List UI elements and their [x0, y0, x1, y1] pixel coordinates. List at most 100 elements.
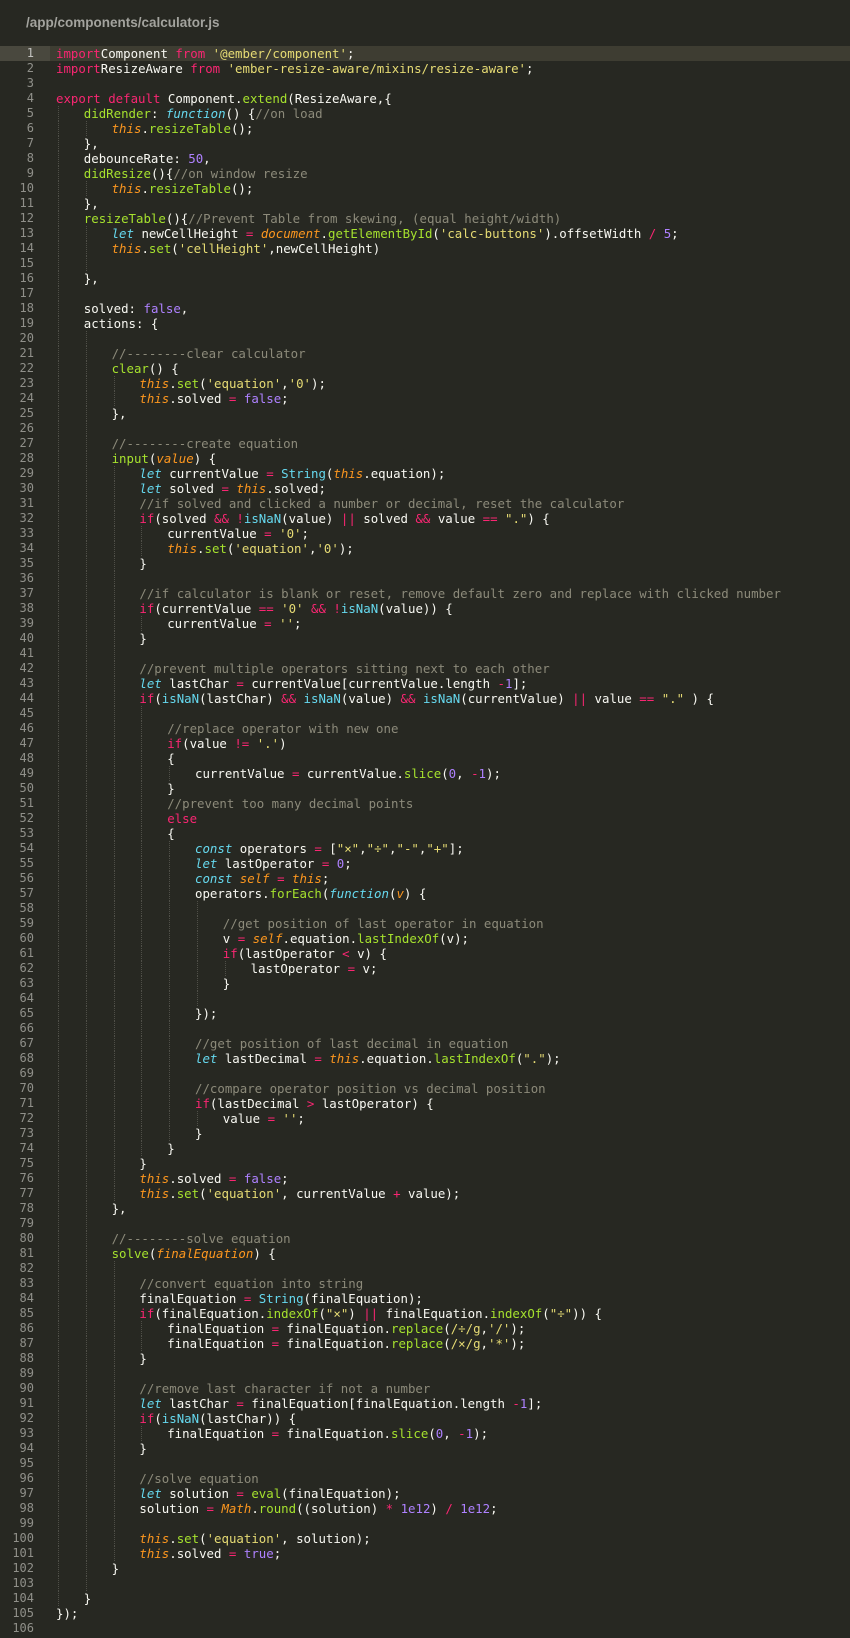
code-line[interactable]: 1 importComponent from '@ember/component'… — [0, 46, 850, 61]
code-line[interactable]: 33 currentValue = '0'; — [0, 526, 850, 541]
code-line[interactable]: 47 if(value != '.') — [0, 736, 850, 751]
code-line[interactable]: 39 currentValue = ''; — [0, 616, 850, 631]
code-line[interactable]: 61 if(lastOperator < v) { — [0, 946, 850, 961]
code-line[interactable]: 60 v = self.equation.lastIndexOf(v); — [0, 931, 850, 946]
code-line[interactable]: 74} — [0, 1141, 850, 1156]
code-line[interactable]: 101 this.solved = true; — [0, 1546, 850, 1561]
code-line[interactable]: 36 — [0, 571, 850, 586]
code-line[interactable]: 13 let newCellHeight = document.getElemen… — [0, 226, 850, 241]
code-line[interactable]: 97 let solution = eval(finalEquation); — [0, 1486, 850, 1501]
code-line[interactable]: 58 — [0, 901, 850, 916]
code-line[interactable]: 6 this.resizeTable(); — [0, 121, 850, 136]
code-line[interactable]: 34 this.set('equation','0'); — [0, 541, 850, 556]
code-line[interactable]: 52 else — [0, 811, 850, 826]
code-line[interactable]: 15 — [0, 256, 850, 271]
code-line[interactable]: 59 //get position of last operator in equ… — [0, 916, 850, 931]
code-line[interactable]: 12 resizeTable(){//Prevent Table from ske… — [0, 211, 850, 226]
code-line[interactable]: 53 { — [0, 826, 850, 841]
code-line[interactable]: 2 importResizeAware from 'ember-resize-aw… — [0, 61, 850, 76]
code-line[interactable]: 22 clear() { — [0, 361, 850, 376]
code-line[interactable]: 75} — [0, 1156, 850, 1171]
code-line[interactable]: 65}); — [0, 1006, 850, 1021]
code-line[interactable]: 16}, — [0, 271, 850, 286]
code-line[interactable]: 17 — [0, 286, 850, 301]
code-line[interactable]: 83 //convert equation into string — [0, 1276, 850, 1291]
code-line[interactable]: 5 didRender: function() {//on load — [0, 106, 850, 121]
code-line[interactable]: 30 let solved = this.solved; — [0, 481, 850, 496]
code-line[interactable]: 71 if(lastDecimal > lastOperator) { — [0, 1096, 850, 1111]
code-line[interactable]: 18 solved: false, — [0, 301, 850, 316]
code-line[interactable]: 76 this.solved = false; — [0, 1171, 850, 1186]
code-line[interactable]: 42 //prevent multiple operators sitting n… — [0, 661, 850, 676]
code-line[interactable]: 35} — [0, 556, 850, 571]
code-line[interactable]: 3 — [0, 76, 850, 91]
code-line[interactable]: 44 if(isNaN(lastChar) && isNaN(value) && … — [0, 691, 850, 706]
code-line[interactable]: 14 this.set('cellHeight',newCellHeight) — [0, 241, 850, 256]
code-line[interactable]: 29 let currentValue = String(this.equatio… — [0, 466, 850, 481]
code-line[interactable]: 19 actions: { — [0, 316, 850, 331]
code-line[interactable]: 43 let lastChar = currentValue[currentVal… — [0, 676, 850, 691]
code-line[interactable]: 103 — [0, 1576, 850, 1591]
code-line[interactable]: 51 //prevent too many decimal points — [0, 796, 850, 811]
code-line[interactable]: 63} — [0, 976, 850, 991]
code-line[interactable]: 100 this.set('equation', solution); — [0, 1531, 850, 1546]
code-line[interactable]: 25}, — [0, 406, 850, 421]
code-area[interactable]: 1 importComponent from '@ember/component'… — [0, 46, 850, 1636]
code-line[interactable]: 69 — [0, 1066, 850, 1081]
code-line[interactable]: 62 lastOperator = v; — [0, 961, 850, 976]
code-line[interactable]: 8 debounceRate: 50, — [0, 151, 850, 166]
code-line[interactable]: 41 — [0, 646, 850, 661]
code-line[interactable]: 50} — [0, 781, 850, 796]
code-line[interactable]: 89 — [0, 1366, 850, 1381]
code-line[interactable]: 67 //get position of last decimal in equa… — [0, 1036, 850, 1051]
code-line[interactable]: 88} — [0, 1351, 850, 1366]
code-line[interactable]: 78}, — [0, 1201, 850, 1216]
code-line[interactable]: 10 this.resizeTable(); — [0, 181, 850, 196]
code-line[interactable]: 80 //--------solve equation — [0, 1231, 850, 1246]
code-line[interactable]: 84 finalEquation = String(finalEquation); — [0, 1291, 850, 1306]
code-line[interactable]: 7}, — [0, 136, 850, 151]
code-line[interactable]: 91 let lastChar = finalEquation[finalEqua… — [0, 1396, 850, 1411]
code-line[interactable]: 68 let lastDecimal = this.equation.lastIn… — [0, 1051, 850, 1066]
code-line[interactable]: 56 const self = this; — [0, 871, 850, 886]
code-line[interactable]: 54 const operators = ["×","÷","-","+"]; — [0, 841, 850, 856]
code-line[interactable]: 11}, — [0, 196, 850, 211]
code-line[interactable]: 48 { — [0, 751, 850, 766]
code-line[interactable]: 104} — [0, 1591, 850, 1606]
code-line[interactable]: 45 — [0, 706, 850, 721]
code-line[interactable]: 46 //replace operator with new one — [0, 721, 850, 736]
code-line[interactable]: 9 didResize(){//on window resize — [0, 166, 850, 181]
code-line[interactable]: 94} — [0, 1441, 850, 1456]
code-line[interactable]: 32 if(solved && !isNaN(value) || solved &… — [0, 511, 850, 526]
code-line[interactable]: 87 finalEquation = finalEquation.replace(… — [0, 1336, 850, 1351]
code-line[interactable]: 82 — [0, 1261, 850, 1276]
code-line[interactable]: 93 finalEquation = finalEquation.slice(0,… — [0, 1426, 850, 1441]
code-line[interactable]: 85 if(finalEquation.indexOf("×") || final… — [0, 1306, 850, 1321]
code-line[interactable]: 79 — [0, 1216, 850, 1231]
code-line[interactable]: 4 export default Component.extend(ResizeA… — [0, 91, 850, 106]
code-line[interactable]: 98 solution = Math.round((solution) * 1e1… — [0, 1501, 850, 1516]
code-line[interactable]: 72 value = ''; — [0, 1111, 850, 1126]
code-line[interactable]: 90 //remove last character if not a numbe… — [0, 1381, 850, 1396]
code-line[interactable]: 49 currentValue = currentValue.slice(0, -… — [0, 766, 850, 781]
code-line[interactable]: 26 — [0, 421, 850, 436]
code-line[interactable]: 86 finalEquation = finalEquation.replace(… — [0, 1321, 850, 1336]
code-line[interactable]: 55 let lastOperator = 0; — [0, 856, 850, 871]
code-line[interactable]: 73} — [0, 1126, 850, 1141]
code-line[interactable]: 95 — [0, 1456, 850, 1471]
code-line[interactable]: 23 this.set('equation','0'); — [0, 376, 850, 391]
code-line[interactable]: 24 this.solved = false; — [0, 391, 850, 406]
code-line[interactable]: 57 operators.forEach(function(v) { — [0, 886, 850, 901]
code-line[interactable]: 66 — [0, 1021, 850, 1036]
code-line[interactable]: 20 — [0, 331, 850, 346]
code-line[interactable]: 92 if(isNaN(lastChar)) { — [0, 1411, 850, 1426]
code-line[interactable]: 37 //if calculator is blank or reset, rem… — [0, 586, 850, 601]
code-line[interactable]: 21 //--------clear calculator — [0, 346, 850, 361]
code-editor[interactable]: /app/components/calculator.js 1 importCom… — [0, 0, 850, 1638]
code-line[interactable]: 31 //if solved and clicked a number or de… — [0, 496, 850, 511]
code-line[interactable]: 70 //compare operator position vs decimal… — [0, 1081, 850, 1096]
code-line[interactable]: 64 — [0, 991, 850, 1006]
code-line[interactable]: 96 //solve equation — [0, 1471, 850, 1486]
code-line[interactable]: 105}); — [0, 1606, 850, 1621]
code-line[interactable]: 38 if(currentValue == '0' && !isNaN(value… — [0, 601, 850, 616]
